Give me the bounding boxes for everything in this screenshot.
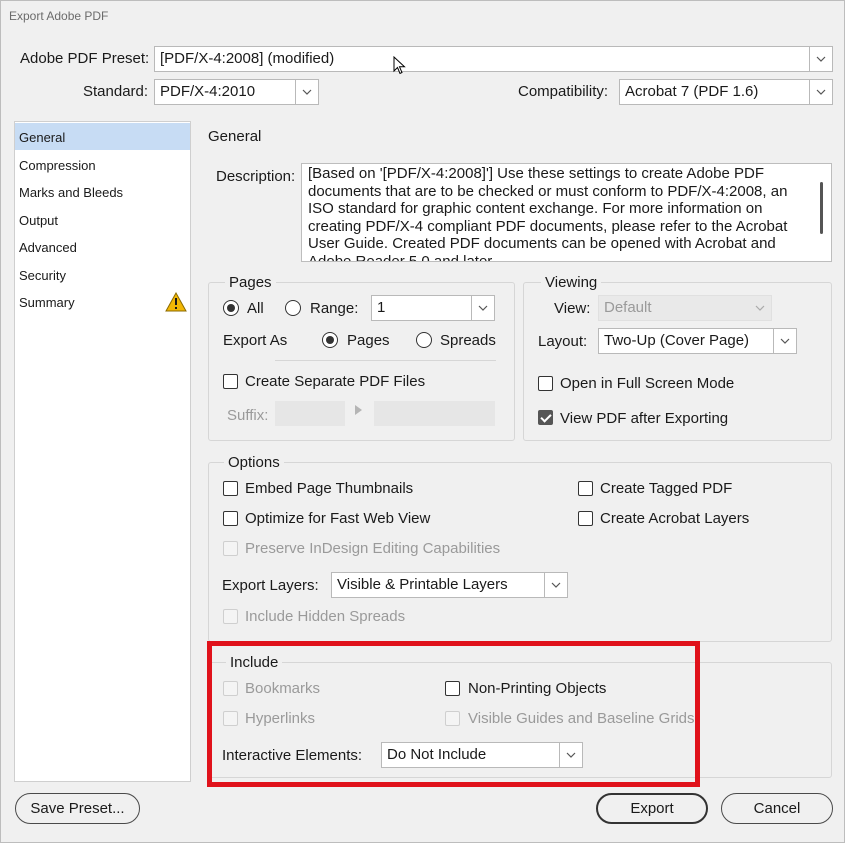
description-textarea[interactable]: [Based on '[PDF/X-4:2008]'] Use these se…	[301, 163, 832, 262]
tagged-pdf-checkbox[interactable]	[578, 481, 593, 496]
divider	[275, 360, 496, 361]
export-button[interactable]: Export	[596, 793, 708, 824]
warning-icon	[165, 292, 187, 312]
layout-value: Two-Up (Cover Page)	[604, 332, 750, 349]
highlight-annotation	[207, 641, 700, 787]
description-text: [Based on '[PDF/X-4:2008]'] Use these se…	[308, 165, 788, 262]
compatibility-label: Compatibility:	[518, 83, 609, 100]
optimize-web-checkbox[interactable]	[223, 511, 238, 526]
preset-dropdown[interactable]: [PDF/X-4:2008] (modified)	[154, 46, 833, 72]
range-dropdown[interactable]: 1	[371, 295, 495, 321]
hidden-spreads-checkbox[interactable]	[223, 609, 238, 624]
preset-label: Adobe PDF Preset:	[20, 50, 150, 67]
all-pages-radio[interactable]	[223, 300, 239, 316]
sidebar-item-general[interactable]: General	[15, 123, 190, 150]
export-layers-label: Export Layers:	[222, 577, 319, 594]
layout-label: Layout:	[538, 333, 588, 350]
export-layers-value: Visible & Printable Layers	[337, 576, 508, 593]
range-value: 1	[377, 299, 386, 316]
export-as-label: Export As	[223, 332, 288, 349]
sidebar-item-label: Compression	[19, 158, 96, 173]
sidebar-item-advanced[interactable]: Advanced	[15, 233, 190, 260]
embed-thumbnails-label: Embed Page Thumbnails	[245, 480, 414, 497]
chevron-down-icon[interactable]	[809, 47, 832, 71]
export-spreads-radio[interactable]	[416, 332, 432, 348]
export-pages-radio[interactable]	[322, 332, 338, 348]
description-label: Description:	[216, 168, 296, 185]
cancel-button[interactable]: Cancel	[721, 793, 833, 824]
standard-label: Standard:	[83, 83, 149, 100]
scrollbar-thumb[interactable]	[820, 182, 823, 234]
preserve-indesign-checkbox[interactable]	[223, 541, 238, 556]
standard-dropdown[interactable]: PDF/X-4:2010	[154, 79, 319, 105]
export-pdf-dialog: Export Adobe PDF Adobe PDF Preset: [PDF/…	[0, 0, 845, 843]
export-pages-label: Pages	[347, 332, 390, 349]
sidebar-item-compression[interactable]: Compression	[15, 151, 190, 178]
compatibility-value: Acrobat 7 (PDF 1.6)	[625, 83, 759, 100]
standard-value: PDF/X-4:2010	[160, 83, 256, 100]
viewing-group-title: Viewing	[541, 274, 602, 291]
chevron-down-icon[interactable]	[773, 329, 796, 353]
acrobat-layers-label: Create Acrobat Layers	[600, 510, 750, 527]
suffix-input[interactable]	[275, 401, 345, 426]
view-after-export-checkbox[interactable]	[538, 410, 553, 425]
preset-value: [PDF/X-4:2008] (modified)	[160, 50, 335, 67]
chevron-down-icon[interactable]	[544, 573, 567, 597]
sidebar-item-label: Marks and Bleeds	[19, 185, 124, 200]
sidebar-item-marks-and-bleeds[interactable]: Marks and Bleeds	[15, 178, 190, 205]
separate-pdf-checkbox[interactable]	[223, 374, 238, 389]
tagged-pdf-label: Create Tagged PDF	[600, 480, 733, 497]
sidebar-item-security[interactable]: Security	[15, 261, 190, 288]
range-radio[interactable]	[285, 300, 301, 316]
embed-thumbnails-checkbox[interactable]	[223, 481, 238, 496]
chevron-down-icon	[748, 296, 771, 320]
hidden-spreads-label: Include Hidden Spreads	[245, 608, 406, 625]
arrow-right-icon	[355, 405, 362, 415]
pages-group-title: Pages	[225, 274, 276, 291]
layout-dropdown[interactable]: Two-Up (Cover Page)	[598, 328, 797, 354]
export-spreads-label: Spreads	[440, 332, 496, 349]
chevron-down-icon[interactable]	[295, 80, 318, 104]
sidebar-item-label: Summary	[19, 295, 75, 310]
view-value: Default	[604, 299, 652, 316]
optimize-web-label: Optimize for Fast Web View	[245, 510, 431, 527]
compatibility-dropdown[interactable]: Acrobat 7 (PDF 1.6)	[619, 79, 833, 105]
window-title: Export Adobe PDF	[9, 9, 109, 23]
preserve-indesign-label: Preserve InDesign Editing Capabilities	[245, 540, 501, 557]
options-group-title: Options	[224, 454, 284, 471]
full-screen-checkbox[interactable]	[538, 376, 553, 391]
sidebar-item-summary[interactable]: Summary	[15, 288, 190, 315]
suffix-token-input[interactable]	[374, 401, 495, 426]
sidebar-item-label: Output	[19, 213, 59, 228]
mouse-cursor-icon	[393, 56, 406, 75]
sidebar-item-label: Security	[19, 268, 66, 283]
sidebar-item-label: Advanced	[19, 240, 77, 255]
all-pages-label: All	[247, 300, 264, 317]
chevron-down-icon[interactable]	[471, 296, 494, 320]
range-label: Range:	[310, 300, 359, 317]
save-preset-button[interactable]: Save Preset...	[15, 793, 140, 824]
full-screen-label: Open in Full Screen Mode	[560, 375, 735, 392]
export-layers-dropdown[interactable]: Visible & Printable Layers	[331, 572, 568, 598]
suffix-label: Suffix:	[227, 407, 269, 424]
view-label: View:	[554, 300, 591, 317]
category-sidebar: General Compression Marks and Bleeds Out…	[14, 121, 191, 782]
acrobat-layers-checkbox[interactable]	[578, 511, 593, 526]
view-dropdown[interactable]: Default	[598, 295, 772, 321]
view-after-export-label: View PDF after Exporting	[560, 410, 729, 427]
sidebar-item-output[interactable]: Output	[15, 206, 190, 233]
chevron-down-icon[interactable]	[809, 80, 832, 104]
separate-pdf-label: Create Separate PDF Files	[245, 373, 426, 390]
sidebar-item-label: General	[19, 130, 66, 145]
section-title: General	[208, 128, 262, 145]
